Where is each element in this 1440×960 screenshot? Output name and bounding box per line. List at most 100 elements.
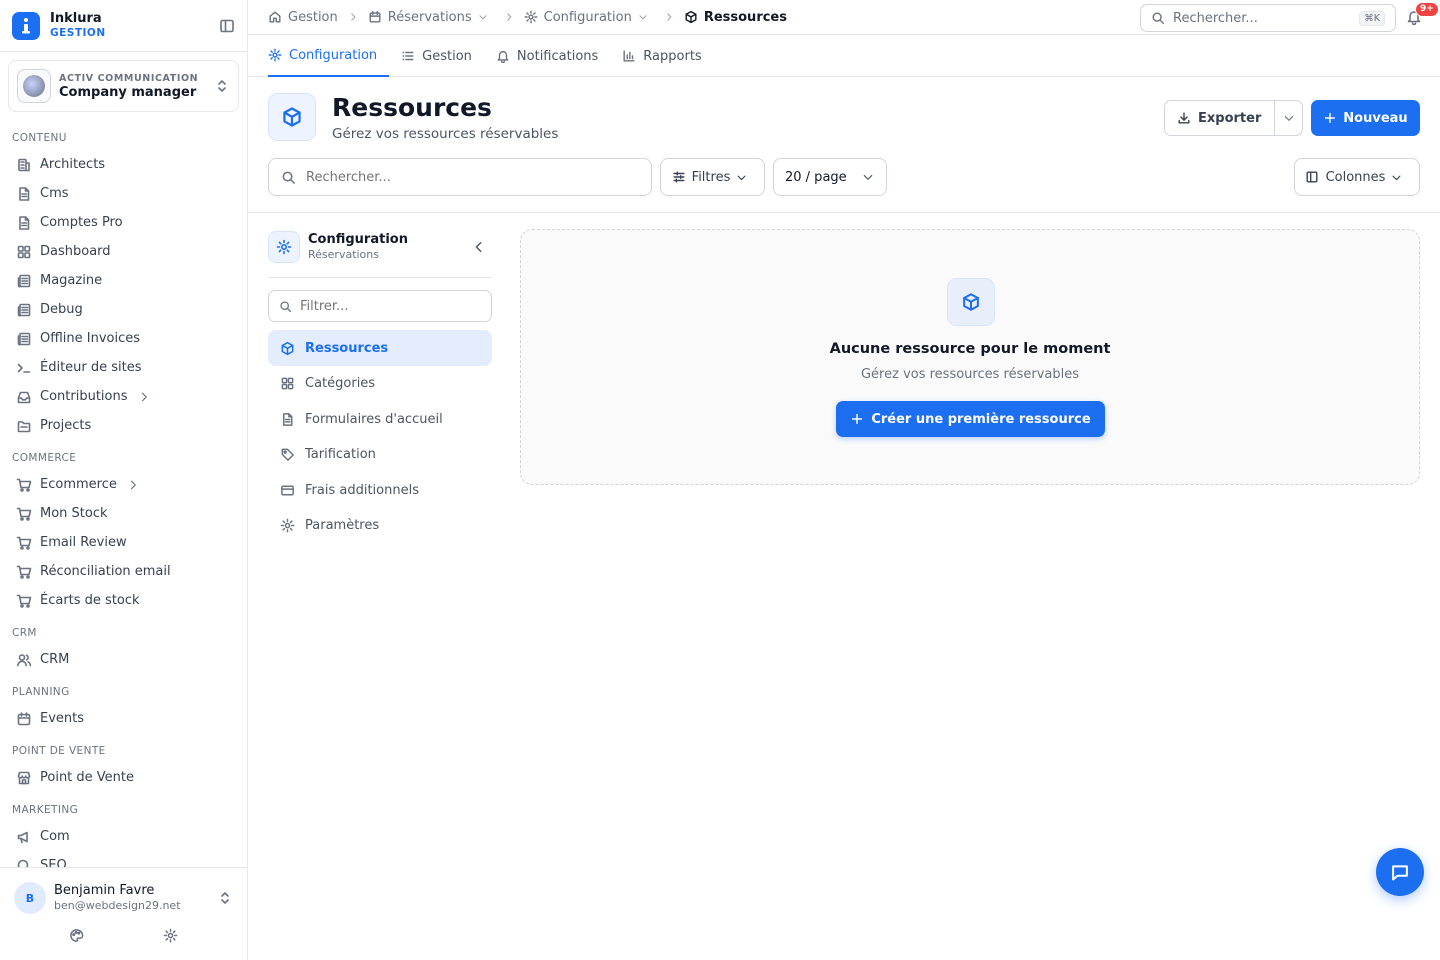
filter-input[interactable] bbox=[300, 298, 481, 314]
sidebar-item-label: Réconciliation email bbox=[40, 564, 171, 579]
chat-button[interactable] bbox=[1376, 848, 1424, 896]
calendar-icon bbox=[369, 11, 381, 23]
newspaper-icon bbox=[17, 303, 31, 316]
config-item-frais-additionnels[interactable]: Frais additionnels bbox=[268, 472, 492, 508]
gear-icon[interactable] bbox=[163, 928, 178, 943]
sidebar-item-label: Events bbox=[40, 711, 85, 726]
tab-label: Gestion bbox=[422, 48, 472, 64]
user-menu[interactable]: B Benjamin Favre ben@webdesign29.net bbox=[0, 868, 247, 914]
new-label: Nouveau bbox=[1343, 110, 1408, 126]
per-page-select[interactable]: 20 / page bbox=[773, 158, 887, 196]
search-input[interactable] bbox=[306, 169, 639, 185]
config-item-ressources[interactable]: Ressources bbox=[268, 330, 492, 366]
nav-section-title: CONTENU bbox=[12, 132, 67, 144]
sidebar-item-seo[interactable]: SEO bbox=[0, 851, 247, 867]
sidebar-item-point-de-vente[interactable]: Point de Vente bbox=[0, 763, 247, 792]
page-header: Ressources Gérez vos ressources réservab… bbox=[268, 93, 1420, 143]
sidebar-item-dashboard[interactable]: Dashboard bbox=[0, 237, 247, 266]
bell-icon bbox=[497, 50, 509, 63]
sidebar-item-projects[interactable]: Projects bbox=[0, 411, 247, 440]
sidebar-item-comptes-pro[interactable]: Comptes Pro bbox=[0, 208, 247, 237]
sidebar-item-ecommerce[interactable]: Ecommerce bbox=[0, 470, 247, 499]
breadcrumb-reservations[interactable]: Réservations bbox=[368, 10, 494, 25]
cart-icon bbox=[16, 507, 32, 521]
columns-icon bbox=[1306, 171, 1318, 183]
sidebar-item-label: Écarts de stock bbox=[40, 593, 140, 608]
sidebar-item-mon-stock[interactable]: Mon Stock bbox=[0, 499, 247, 528]
newspaper-icon bbox=[17, 274, 31, 287]
export-button[interactable]: Exporter bbox=[1165, 101, 1275, 135]
user-name: Benjamin Favre bbox=[54, 883, 155, 898]
config-item-parametres[interactable]: Paramètres bbox=[268, 508, 492, 544]
create-first-resource-button[interactable]: Créer une première ressource bbox=[836, 401, 1105, 437]
search-icon bbox=[17, 859, 29, 867]
sidebar-item-label: Ecommerce bbox=[40, 477, 117, 492]
sidebar-item-contributions[interactable]: Contributions bbox=[0, 382, 247, 411]
sidebar-item-email-review[interactable]: Email Review bbox=[0, 528, 247, 557]
sidebar-item-label: Cms bbox=[40, 186, 69, 201]
config-item-tarification[interactable]: Tarification bbox=[268, 437, 492, 473]
box-icon bbox=[685, 10, 697, 24]
sidebar-item-events[interactable]: Events bbox=[0, 704, 247, 733]
breadcrumb-configuration[interactable]: Configuration bbox=[524, 10, 654, 25]
chevron-updown-icon bbox=[214, 78, 230, 94]
config-menu: Ressources Catégories Formulaires d'accuei… bbox=[268, 330, 492, 544]
chat-icon bbox=[1392, 865, 1408, 881]
config-item-formulaires-d-accueil[interactable]: Formulaires d'accueil bbox=[268, 401, 492, 437]
global-search[interactable]: Rechercher... ⌘K bbox=[1140, 4, 1396, 32]
config-item-label: Frais additionnels bbox=[305, 482, 419, 498]
sidebar-item-reconciliation-email[interactable]: Réconciliation email bbox=[0, 557, 247, 586]
brand-logo-icon[interactable] bbox=[12, 11, 40, 40]
breadcrumb-home[interactable]: Gestion bbox=[268, 10, 338, 25]
breadcrumb-label: Réservations bbox=[387, 9, 472, 25]
tab-gestion[interactable]: Gestion bbox=[401, 35, 484, 77]
tab-notifications[interactable]: Notifications bbox=[496, 35, 610, 77]
sidebar-toggle-icon[interactable] bbox=[219, 18, 235, 34]
sidebar-item-crm[interactable]: CRM bbox=[0, 645, 247, 674]
nav-section-title: CRM bbox=[12, 627, 37, 639]
filters-button[interactable]: Filtres bbox=[660, 158, 765, 196]
empty-state: Aucune ressource pour le moment Gérez vo… bbox=[520, 229, 1420, 485]
columns-button[interactable]: Colonnes bbox=[1294, 158, 1420, 196]
resource-search[interactable] bbox=[268, 158, 652, 196]
config-filter[interactable] bbox=[268, 290, 492, 322]
chevron-down-icon bbox=[1284, 115, 1293, 121]
tab-configuration[interactable]: Configuration bbox=[268, 35, 390, 77]
sidebar-item-com[interactable]: Com bbox=[0, 822, 247, 851]
tab-label: Rapports bbox=[643, 48, 702, 64]
divider bbox=[248, 212, 1440, 213]
organization-switcher[interactable]: ACTIV COMMUNICATION Company manager bbox=[8, 60, 239, 112]
sidebar-item-debug[interactable]: Debug bbox=[0, 295, 247, 324]
gear-icon bbox=[268, 48, 282, 62]
chevron-down-icon bbox=[863, 174, 873, 180]
chevron-left-icon[interactable] bbox=[472, 240, 486, 254]
tag-icon bbox=[281, 448, 294, 461]
config-item-label: Catégories bbox=[305, 376, 376, 391]
export-label: Exporter bbox=[1198, 110, 1262, 126]
nav-section-title: PLANNING bbox=[12, 686, 70, 698]
keyboard-shortcut: ⌘K bbox=[1359, 10, 1385, 26]
chevron-down-icon bbox=[1392, 175, 1401, 180]
export-options-button[interactable] bbox=[1275, 112, 1302, 124]
download-icon bbox=[1178, 112, 1190, 124]
sidebar-item-architects[interactable]: Architects bbox=[0, 150, 247, 179]
sidebar-item-offline-invoices[interactable]: Offline Invoices bbox=[0, 324, 247, 353]
config-item-categories[interactable]: Catégories bbox=[268, 366, 492, 402]
sidebar-item-editeur-de-sites[interactable]: Éditeur de sites bbox=[0, 353, 247, 382]
organization-name: Company manager bbox=[59, 85, 197, 100]
tab-rapports[interactable]: Rapports bbox=[622, 35, 713, 77]
palette-icon[interactable] bbox=[69, 928, 84, 943]
sidebar-item-magazine[interactable]: Magazine bbox=[0, 266, 247, 295]
organization-kicker: ACTIV COMMUNICATION bbox=[59, 73, 199, 84]
brand-subtitle: GESTION bbox=[50, 26, 106, 39]
per-page-value: 20 / page bbox=[785, 169, 847, 185]
document-icon bbox=[19, 215, 30, 230]
user-footer: B Benjamin Favre ben@webdesign29.net bbox=[0, 867, 247, 960]
sidebar-item-label: Offline Invoices bbox=[40, 331, 141, 346]
sidebar-item-ecarts-de-stock[interactable]: Écarts de stock bbox=[0, 586, 247, 615]
config-item-label: Formulaires d'accueil bbox=[305, 411, 443, 427]
new-button[interactable]: Nouveau bbox=[1311, 100, 1420, 136]
sidebar-item-cms[interactable]: Cms bbox=[0, 179, 247, 208]
notifications-button[interactable]: 9+ bbox=[1406, 2, 1439, 25]
top-bar: Gestion Réservations Configuration Resso… bbox=[248, 0, 1440, 35]
